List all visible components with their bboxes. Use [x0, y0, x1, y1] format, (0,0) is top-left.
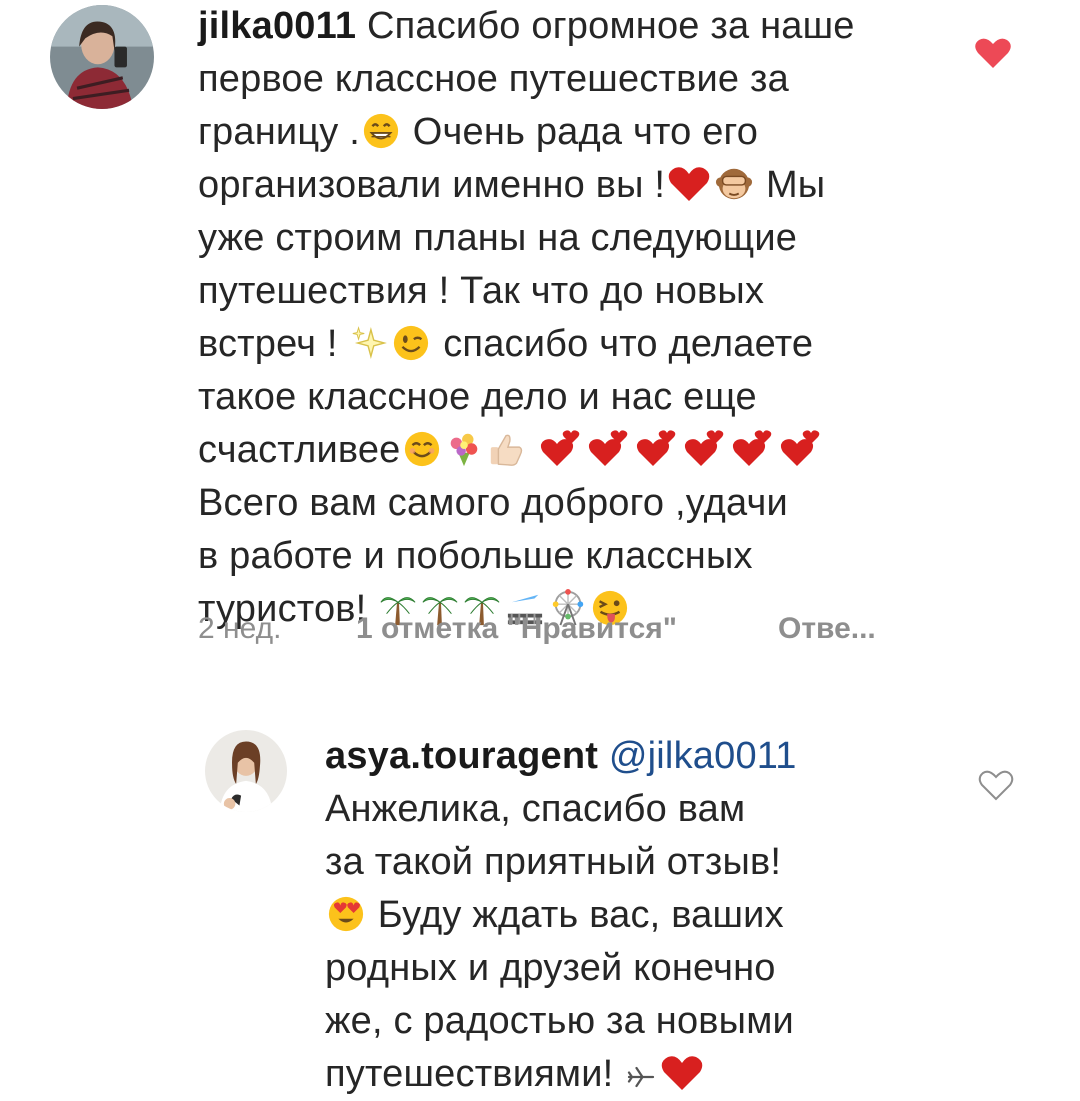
reply-line: же, с радостью за новыми [325, 1000, 794, 1042]
airplane-emoji [626, 1062, 656, 1092]
smile-emoji [403, 430, 441, 468]
avatar-jilka0011[interactable] [50, 5, 154, 109]
thumbs-up-emoji [487, 430, 525, 468]
reply-comment-text: asya.touragent @jilka0011 Анжелика, спас… [325, 730, 885, 1101]
sparkles-emoji [350, 324, 388, 362]
comment-line: Спасибо огромное за наше [366, 5, 855, 47]
comment-like-count[interactable]: 1 отметка "Нравится" [356, 612, 677, 646]
mention-link[interactable]: @jilka0011 [609, 735, 797, 777]
comment-line: организовали именно вы ! [198, 164, 666, 206]
comment-text: jilka0011 Спасибо огромное за наше перво… [198, 0, 938, 636]
comment-line: Мы [765, 164, 826, 206]
comment-line: Очень рада что его [412, 111, 759, 153]
avatar-asya-touragent[interactable] [205, 730, 287, 812]
two-hearts-emoji [683, 428, 727, 468]
wink-emoji [392, 324, 430, 362]
heart-filled-icon [975, 38, 1011, 68]
comment-line: Всего вам самого доброго ,удачи [198, 482, 788, 524]
comment-line: счастливее [198, 429, 401, 471]
comment-line: первое классное путешествие за [198, 58, 789, 100]
comment-line: в работе и побольше классных [198, 535, 753, 577]
red-heart-emoji [660, 1054, 704, 1092]
like-button[interactable] [974, 36, 1012, 70]
two-hearts-emoji [779, 428, 823, 468]
reply-line: родных и друзей конечно [325, 947, 776, 989]
reply-line: Анжелика, спасибо вам [325, 788, 746, 830]
two-hearts-emoji [635, 428, 679, 468]
red-heart-emoji [667, 165, 711, 203]
heart-outline-icon [978, 770, 1014, 801]
comment-line: спасибо что делаете [443, 323, 814, 365]
comment-username[interactable]: jilka0011 [198, 5, 356, 47]
see-no-evil-monkey-emoji [715, 165, 753, 203]
heart-eyes-emoji [327, 895, 365, 933]
comment-line: путешествия ! Так что до новых [198, 270, 765, 312]
comment-line: уже строим планы на следующие [198, 217, 798, 259]
two-hearts-emoji [731, 428, 775, 468]
comment-timestamp: 2 нед. [198, 612, 282, 645]
reply-line: за такой приятный отзыв! [325, 841, 782, 883]
bouquet-emoji [445, 430, 483, 468]
grin-emoji [362, 112, 400, 150]
two-hearts-emoji [587, 428, 631, 468]
reply-line: путешествиями! [325, 1053, 614, 1095]
comment-line: такое классное дело и нас еще [198, 376, 757, 418]
comment-line: границу . [198, 111, 361, 153]
reply-button[interactable]: Отве... [778, 612, 876, 646]
two-hearts-emoji [539, 428, 583, 468]
comment-line: встреч ! [198, 323, 338, 365]
reply-line: Буду ждать вас, ваших [377, 894, 784, 936]
like-button[interactable] [977, 768, 1015, 802]
reply-username[interactable]: asya.touragent [325, 735, 598, 777]
